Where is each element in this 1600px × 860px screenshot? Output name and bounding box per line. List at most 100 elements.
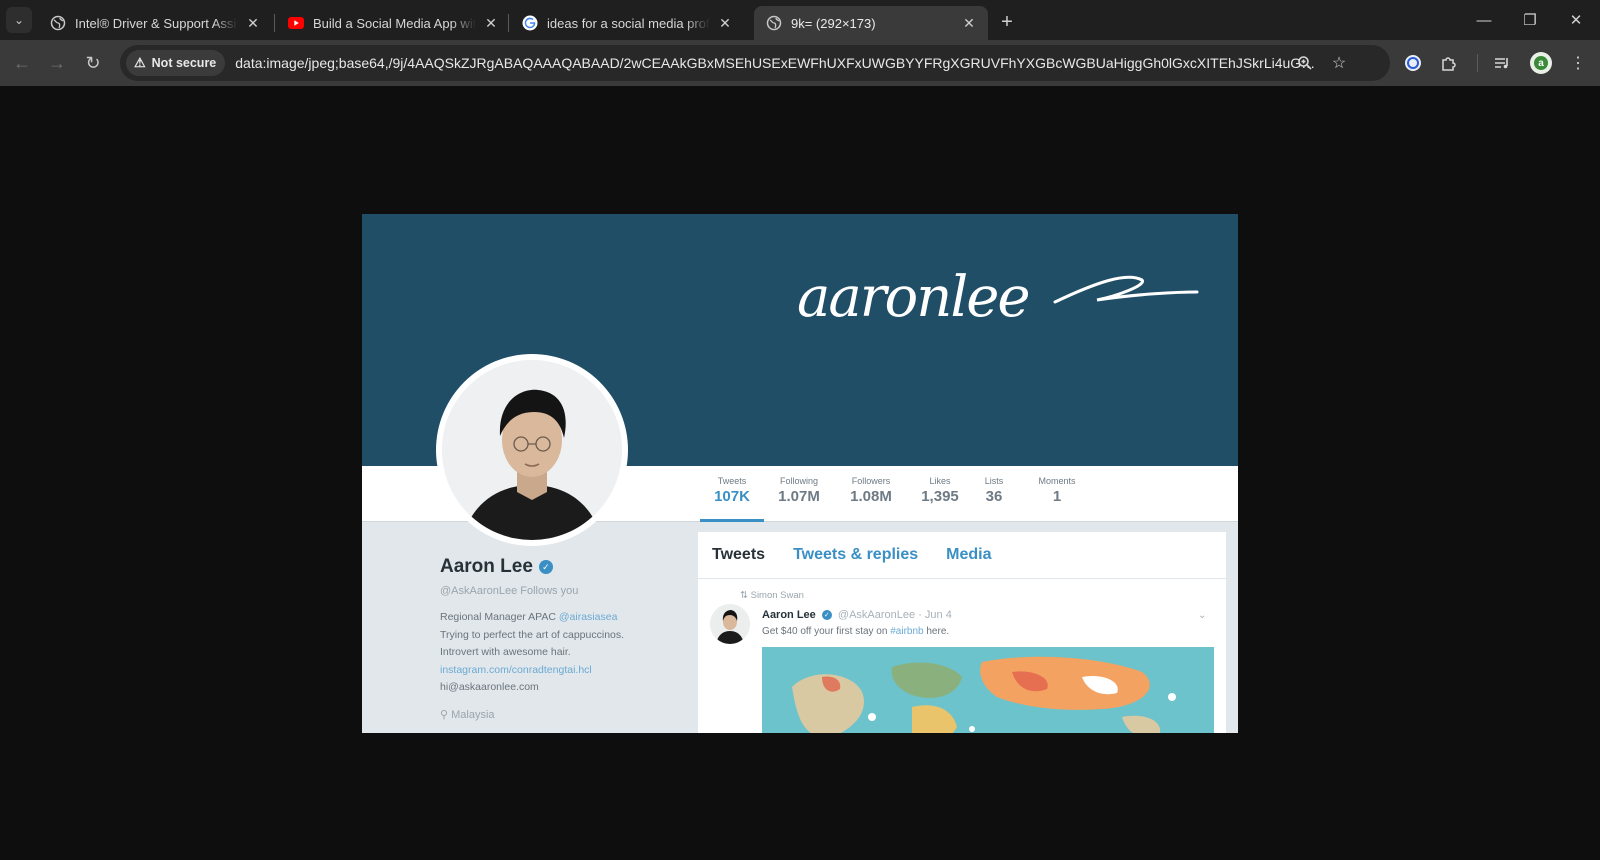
new-tab-button[interactable]: +	[993, 8, 1021, 36]
stat-label: Lists	[984, 476, 1004, 486]
tab-intel[interactable]: Intel® Driver & Support Assistant ✕	[38, 6, 272, 40]
profile-avatar-photo	[436, 354, 628, 546]
globe-icon	[766, 15, 782, 31]
avatar-portrait	[442, 360, 622, 540]
profile-avatar[interactable]: a	[1530, 52, 1552, 74]
feed-card: Tweets Tweets & replies Media ⇅ Simon Sw…	[698, 532, 1226, 733]
tweet-text: Get $40 off your first stay on #airbnb h…	[762, 626, 949, 637]
feed-tab-media[interactable]: Media	[946, 546, 991, 564]
profile-icon: a	[1534, 56, 1548, 70]
tab-google-search[interactable]: ideas for a social media profile page ✕	[510, 6, 744, 40]
chevron-down-icon[interactable]: ⌄	[1198, 610, 1206, 621]
menu-kebab-icon[interactable]: ⋮	[1566, 51, 1590, 75]
stat-value: 36	[985, 488, 1003, 505]
profile-sidebar: Aaron Lee ✓ @AskAaronLee Follows you Reg…	[362, 522, 698, 733]
svg-text:aaronlee: aaronlee	[797, 265, 1029, 330]
retweet-line: ⇅ Simon Swan	[740, 590, 804, 601]
stat-followers[interactable]: Followers 1.08M	[836, 476, 906, 505]
extension-a-icon[interactable]	[1401, 51, 1425, 75]
stat-label: Followers	[851, 476, 891, 486]
stat-lists[interactable]: Lists 36	[974, 476, 1014, 505]
tab-title: ideas for a social media profile page	[547, 15, 710, 31]
bio-email: hi@askaaronlee.com	[440, 681, 539, 693]
bookmark-star-icon[interactable]: ☆	[1329, 53, 1349, 73]
stat-label: Tweets	[717, 476, 747, 486]
url-text[interactable]: data:image/jpeg;base64,/9j/4AAQSkZJRgABA…	[235, 55, 1315, 71]
location-text: Malaysia	[451, 709, 495, 721]
back-button[interactable]: ←	[6, 47, 38, 79]
tab-separator	[274, 14, 275, 32]
close-icon: ✕	[1569, 12, 1583, 29]
tab-youtube[interactable]: Build a Social Media App with Django ✕	[276, 6, 510, 40]
tab-image-active[interactable]: 9k= (292×173) ✕	[754, 6, 988, 40]
minimize-button[interactable]: —	[1461, 0, 1507, 40]
tweet-text-suffix: here.	[926, 626, 950, 637]
profile-name: Aaron Lee	[440, 556, 533, 577]
profile-handle: @AskAaronLee Follows you	[440, 585, 579, 597]
close-icon[interactable]: ✕	[244, 14, 262, 32]
stat-label: Following	[779, 476, 819, 486]
tweet-header: Aaron Lee ✓ @AskAaronLee · Jun 4	[762, 609, 952, 621]
security-label: Not secure	[151, 56, 217, 70]
stat-likes[interactable]: Likes 1,395	[912, 476, 968, 505]
bio-text: Trying to perfect the art of cappuccinos…	[440, 628, 625, 641]
stat-label: Moments	[1038, 476, 1076, 486]
close-window-button[interactable]: ✕	[1553, 0, 1599, 40]
stat-value: 1,395	[921, 488, 959, 505]
toolbar-divider	[1477, 54, 1478, 72]
bio-text: Regional Manager APAC	[440, 611, 556, 623]
stat-moments[interactable]: Moments 1	[1027, 476, 1087, 505]
feed-tab-tweets-replies[interactable]: Tweets & replies	[793, 546, 918, 564]
tweet-author[interactable]: Aaron Lee	[762, 609, 816, 621]
retweeter-name: Simon Swan	[750, 590, 804, 601]
reload-icon: ↻	[85, 52, 101, 73]
tab-separator	[508, 14, 509, 32]
reload-button[interactable]: ↻	[77, 47, 109, 79]
warning-icon: ⚠	[134, 55, 146, 70]
plus-icon: +	[1001, 10, 1013, 33]
close-icon[interactable]: ✕	[716, 14, 734, 32]
bio-mention-link[interactable]: @airasiasea	[559, 611, 618, 623]
stat-value: 1.07M	[778, 488, 820, 505]
tweet-meta: @AskAaronLee · Jun 4	[837, 609, 952, 621]
feed-tabs: Tweets Tweets & replies Media	[712, 546, 992, 564]
tab-search-button[interactable]: ⌄	[6, 7, 32, 33]
stat-value: 107K	[714, 488, 750, 505]
stat-tweets[interactable]: Tweets 107K	[700, 476, 764, 505]
tab-title: Intel® Driver & Support Assistant	[75, 15, 238, 31]
stat-label: Likes	[929, 476, 951, 486]
bio-url-link[interactable]: instagram.com/conradtengtai.hcl	[440, 662, 624, 680]
forward-button[interactable]: →	[41, 47, 73, 79]
stat-value: 1	[1052, 488, 1062, 505]
chevron-down-icon: ⌄	[13, 13, 25, 27]
globe-icon	[50, 15, 66, 31]
tab-title: 9k= (292×173)	[791, 15, 876, 31]
media-controls-icon[interactable]	[1490, 51, 1514, 75]
close-icon[interactable]: ✕	[482, 14, 500, 32]
zoom-icon[interactable]	[1295, 53, 1315, 73]
stat-following[interactable]: Following 1.07M	[764, 476, 834, 505]
tweet-avatar[interactable]	[710, 604, 750, 644]
verified-badge-icon: ✓	[538, 560, 553, 574]
tweet-map-image[interactable]	[762, 647, 1214, 733]
image-viewer: aaronlee Tweets 107K Following 1.07M Fol…	[0, 86, 1600, 860]
arrow-right-icon: →	[48, 52, 66, 73]
verified-badge-icon: ✓	[821, 610, 832, 621]
security-chip[interactable]: ⚠ Not secure	[126, 50, 226, 76]
feed-divider	[698, 578, 1226, 579]
profile-location: ⚲ Malaysia	[440, 708, 495, 721]
profile-name-row: Aaron Lee ✓	[440, 556, 553, 578]
tab-title: Build a Social Media App with Django	[313, 15, 476, 31]
extensions-puzzle-icon[interactable]	[1437, 51, 1461, 75]
feed-tab-tweets[interactable]: Tweets	[712, 546, 765, 564]
profile-screenshot-image: aaronlee Tweets 107K Following 1.07M Fol…	[362, 214, 1238, 733]
tweet-hashtag-link[interactable]: #airbnb	[890, 626, 923, 637]
tweet-text-prefix: Get $40 off your first stay on	[762, 626, 888, 637]
restore-icon: ❐	[1523, 12, 1537, 29]
youtube-icon	[288, 15, 304, 31]
restore-button[interactable]: ❐	[1507, 0, 1553, 40]
address-bar[interactable]: ⚠ Not secure data:image/jpeg;base64,/9j/…	[120, 45, 1390, 81]
close-icon[interactable]: ✕	[960, 14, 978, 32]
location-pin-icon: ⚲	[440, 709, 449, 721]
bio-text: Introvert with awesome hair.	[440, 646, 571, 658]
